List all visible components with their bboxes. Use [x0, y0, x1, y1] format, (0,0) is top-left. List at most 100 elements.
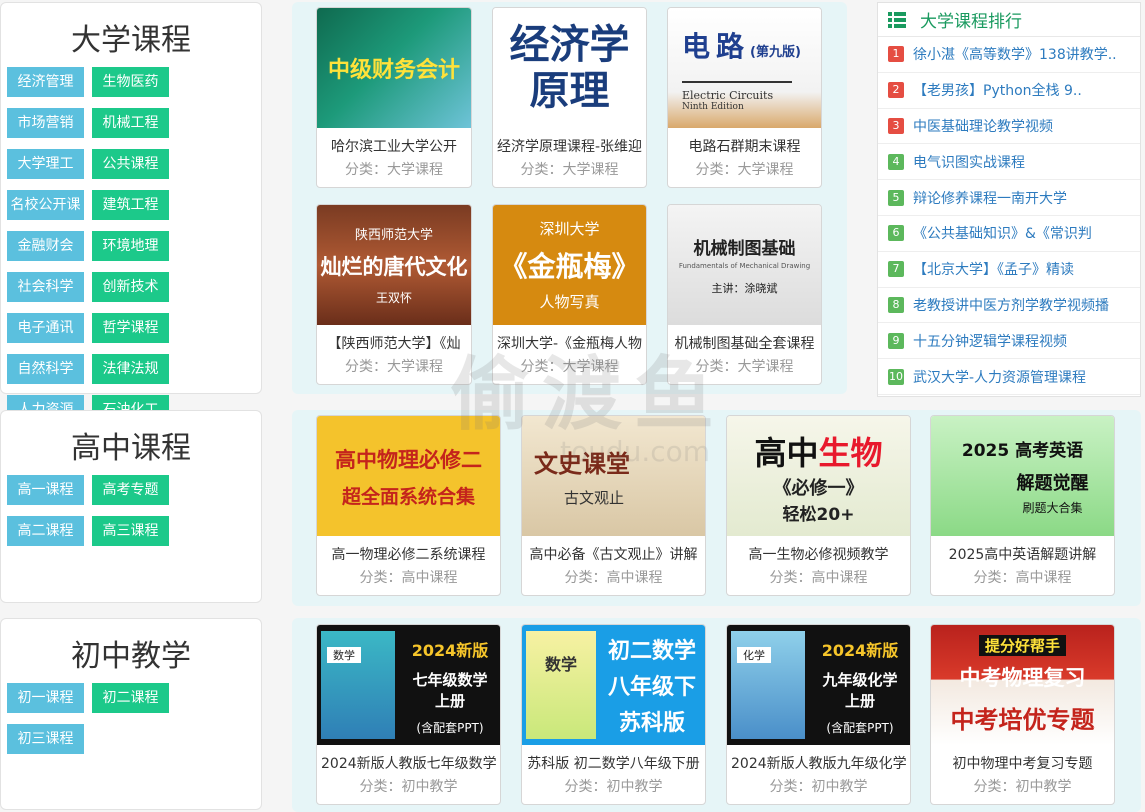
category-tag[interactable]: 名校公开课	[7, 190, 84, 220]
course-category: 分类：初中教学	[973, 779, 1072, 795]
ranking-item[interactable]: 3 中医基础理论教学视频	[878, 109, 1140, 145]
course-card[interactable]: 经济学 原理 经济学原理课程-张维迎 分类：大学课程	[492, 7, 647, 188]
rank-link[interactable]: 【老男孩】Python全栈 9..	[913, 80, 1133, 100]
category-tag[interactable]: 环境地理	[92, 231, 169, 261]
category-tag[interactable]: 自然科学	[7, 354, 84, 384]
course-cover: 陕西师范大学 灿烂的唐代文化 王双怀	[317, 205, 471, 325]
cover-text: 王双怀	[375, 291, 412, 305]
course-card[interactable]: 深圳大学 《金瓶梅》 人物写真 深圳大学-《金瓶梅人物 分类：大学课程	[492, 204, 647, 385]
category-tag[interactable]: 高一课程	[7, 475, 84, 505]
course-category: 分类：大学课程	[345, 359, 443, 375]
cover-text: (第九版)	[750, 44, 801, 60]
course-cover: 机械制图基础 Fundamentals of Mechanical Drawin…	[668, 205, 821, 325]
cover-text: 2025 高考英语	[961, 441, 1084, 461]
cover-text: 上册	[844, 692, 875, 710]
course-category: 分类：初中教学	[564, 779, 663, 795]
cover-text: (含配套PPT)	[826, 721, 894, 735]
course-category: 分类：初中教学	[769, 779, 868, 795]
rank-link[interactable]: 【北京大学】《孟子》精读	[913, 259, 1133, 279]
course-title: 哈尔滨工业大学公开	[331, 139, 457, 155]
rank-link[interactable]: 电气识图实战课程	[913, 152, 1133, 172]
course-card[interactable]: 2025 高考英语 解题觉醒 刷题大合集 2025高中英语解题讲解 分类：高中课…	[930, 415, 1115, 596]
course-card[interactable]: 提分好帮手 中考物理复习 中考培优专题 初中物理中考复习专题 分类：初中教学	[930, 624, 1115, 805]
ranking-item[interactable]: 6 《公共基础知识》&《常识判	[878, 216, 1140, 252]
cover-text: 中级财务会计	[327, 58, 460, 83]
course-cover: 经济学 原理	[493, 8, 646, 128]
category-tag[interactable]: 机械工程	[92, 108, 169, 138]
course-title: 2024新版人教版七年级数学	[321, 756, 497, 772]
course-card[interactable]: 电路 (第九版) Electric Circuits Ninth Edition…	[667, 7, 822, 188]
ranking-item[interactable]: 8 老教授讲中医方剂学教学视频播	[878, 288, 1140, 324]
cover-text: 超全面系统合集	[341, 485, 475, 508]
category-tag[interactable]: 创新技术	[92, 272, 169, 302]
category-tag[interactable]: 初二课程	[92, 683, 169, 713]
course-cover: 2025 高考英语 解题觉醒 刷题大合集	[931, 416, 1114, 536]
category-tag[interactable]: 初三课程	[7, 724, 84, 754]
course-card[interactable]: 化学 2024新版 九年级化学 上册 (含配套PPT) 2024新版人教版九年级…	[726, 624, 911, 805]
course-card[interactable]: 数学 2024新版 七年级数学 上册 (含配套PPT) 2024新版人教版七年级…	[316, 624, 501, 805]
rank-link[interactable]: 老教授讲中医方剂学教学视频播	[913, 295, 1133, 315]
section-title: 初中教学	[71, 639, 191, 674]
rank-link[interactable]: 中医基础理论教学视频	[913, 116, 1133, 136]
cover-text: 深圳大学	[539, 220, 600, 238]
rank-link[interactable]: 十五分钟逻辑学课程视频	[913, 331, 1133, 351]
course-category: 分类：高中课程	[973, 570, 1072, 586]
ranking-item[interactable]: 5 辩论修养课程一南开大学	[878, 180, 1140, 216]
ranking-item[interactable]: 10 武汉大学-人力资源管理课程	[878, 359, 1140, 395]
ranking-item[interactable]: 1 徐小湛《高等数学》138讲教学..	[878, 37, 1140, 73]
course-title: 初中物理中考复习专题	[952, 756, 1093, 772]
tag-list: 初一课程 初二课程 初三课程	[1, 683, 261, 765]
cover-text: 高中物理必修二	[335, 447, 482, 472]
category-tag[interactable]: 法律法规	[92, 354, 169, 384]
course-category: 分类：高中课程	[769, 570, 868, 586]
course-cover: 数学 2024新版 七年级数学 上册 (含配套PPT)	[317, 625, 500, 745]
rank-link[interactable]: 武汉大学-人力资源管理课程	[913, 367, 1133, 387]
category-tag[interactable]: 建筑工程	[92, 190, 169, 220]
cover-text: 文史课堂	[534, 450, 630, 478]
rank-link[interactable]: 《公共基础知识》&《常识判	[913, 223, 1133, 243]
cover-text: 九年级化学	[822, 671, 898, 689]
course-title: 高一生物必修视频教学	[748, 547, 889, 563]
course-category: 分类：初中教学	[359, 779, 458, 795]
rank-number: 1	[888, 46, 904, 63]
course-card[interactable]: 机械制图基础 Fundamentals of Mechanical Drawin…	[667, 204, 822, 385]
book-subject: 数学	[544, 655, 577, 674]
course-card[interactable]: 陕西师范大学 灿烂的唐代文化 王双怀 【陕西师范大学】《灿 分类：大学课程	[316, 204, 472, 385]
course-card[interactable]: 文史课堂 古文观止 高中必备《古文观止》讲解 分类：高中课程	[521, 415, 706, 596]
course-category: 分类：大学课程	[695, 359, 794, 375]
category-tag[interactable]: 市场营销	[7, 108, 84, 138]
category-tag[interactable]: 金融财会	[7, 231, 84, 261]
category-tag[interactable]: 大学理工	[7, 149, 84, 179]
category-tag[interactable]: 高二课程	[7, 516, 84, 546]
rank-link[interactable]: 徐小湛《高等数学》138讲教学..	[913, 44, 1133, 64]
course-cover: 化学 2024新版 九年级化学 上册 (含配套PPT)	[727, 625, 910, 745]
course-category: 分类：高中课程	[564, 570, 663, 586]
ranking-item[interactable]: 9 十五分钟逻辑学课程视频	[878, 323, 1140, 360]
course-card[interactable]: 中级财务会计 哈尔滨工业大学公开 分类：大学课程	[316, 7, 472, 188]
category-tag[interactable]: 初一课程	[7, 683, 84, 713]
ranking-item[interactable]: 4 电气识图实战课程	[878, 144, 1140, 181]
cover-text: 经济学	[509, 22, 630, 68]
rank-link[interactable]: 辩论修养课程一南开大学	[913, 188, 1133, 208]
course-category: 分类：大学课程	[520, 359, 619, 375]
course-cover: 高中物理必修二 超全面系统合集	[317, 416, 500, 536]
cover-text: 2024新版	[821, 641, 899, 660]
cover-text: 生物	[818, 433, 883, 472]
course-card[interactable]: 高中物理必修二 超全面系统合集 高一物理必修二系统课程 分类：高中课程	[316, 415, 501, 596]
category-tag[interactable]: 高考专题	[92, 475, 169, 505]
ranking-item[interactable]: 2 【老男孩】Python全栈 9..	[878, 73, 1140, 109]
category-tag[interactable]: 高三课程	[92, 516, 169, 546]
book-subject: 数学	[327, 647, 361, 663]
course-category: 分类：高中课程	[359, 570, 458, 586]
category-tag[interactable]: 公共课程	[92, 149, 169, 179]
cover-text: Fundamentals of Mechanical Drawing	[678, 262, 811, 270]
category-tag[interactable]: 社会科学	[7, 272, 84, 302]
course-card[interactable]: 高中生物 《必修一》 轻松20+ 高一生物必修视频教学 分类：高中课程	[726, 415, 911, 596]
category-tag[interactable]: 哲学课程	[92, 313, 169, 343]
category-tag[interactable]: 电子通讯	[7, 313, 84, 343]
category-tag[interactable]: 经济管理	[7, 67, 84, 97]
course-card[interactable]: 数学 初二数学 八年级下 苏科版 苏科版 初二数学八年级下册 分类：初中教学	[521, 624, 706, 805]
category-tag[interactable]: 生物医药	[92, 67, 169, 97]
ranking-item[interactable]: 7 【北京大学】《孟子》精读	[878, 252, 1140, 288]
course-title: 经济学原理课程-张维迎	[497, 139, 643, 155]
